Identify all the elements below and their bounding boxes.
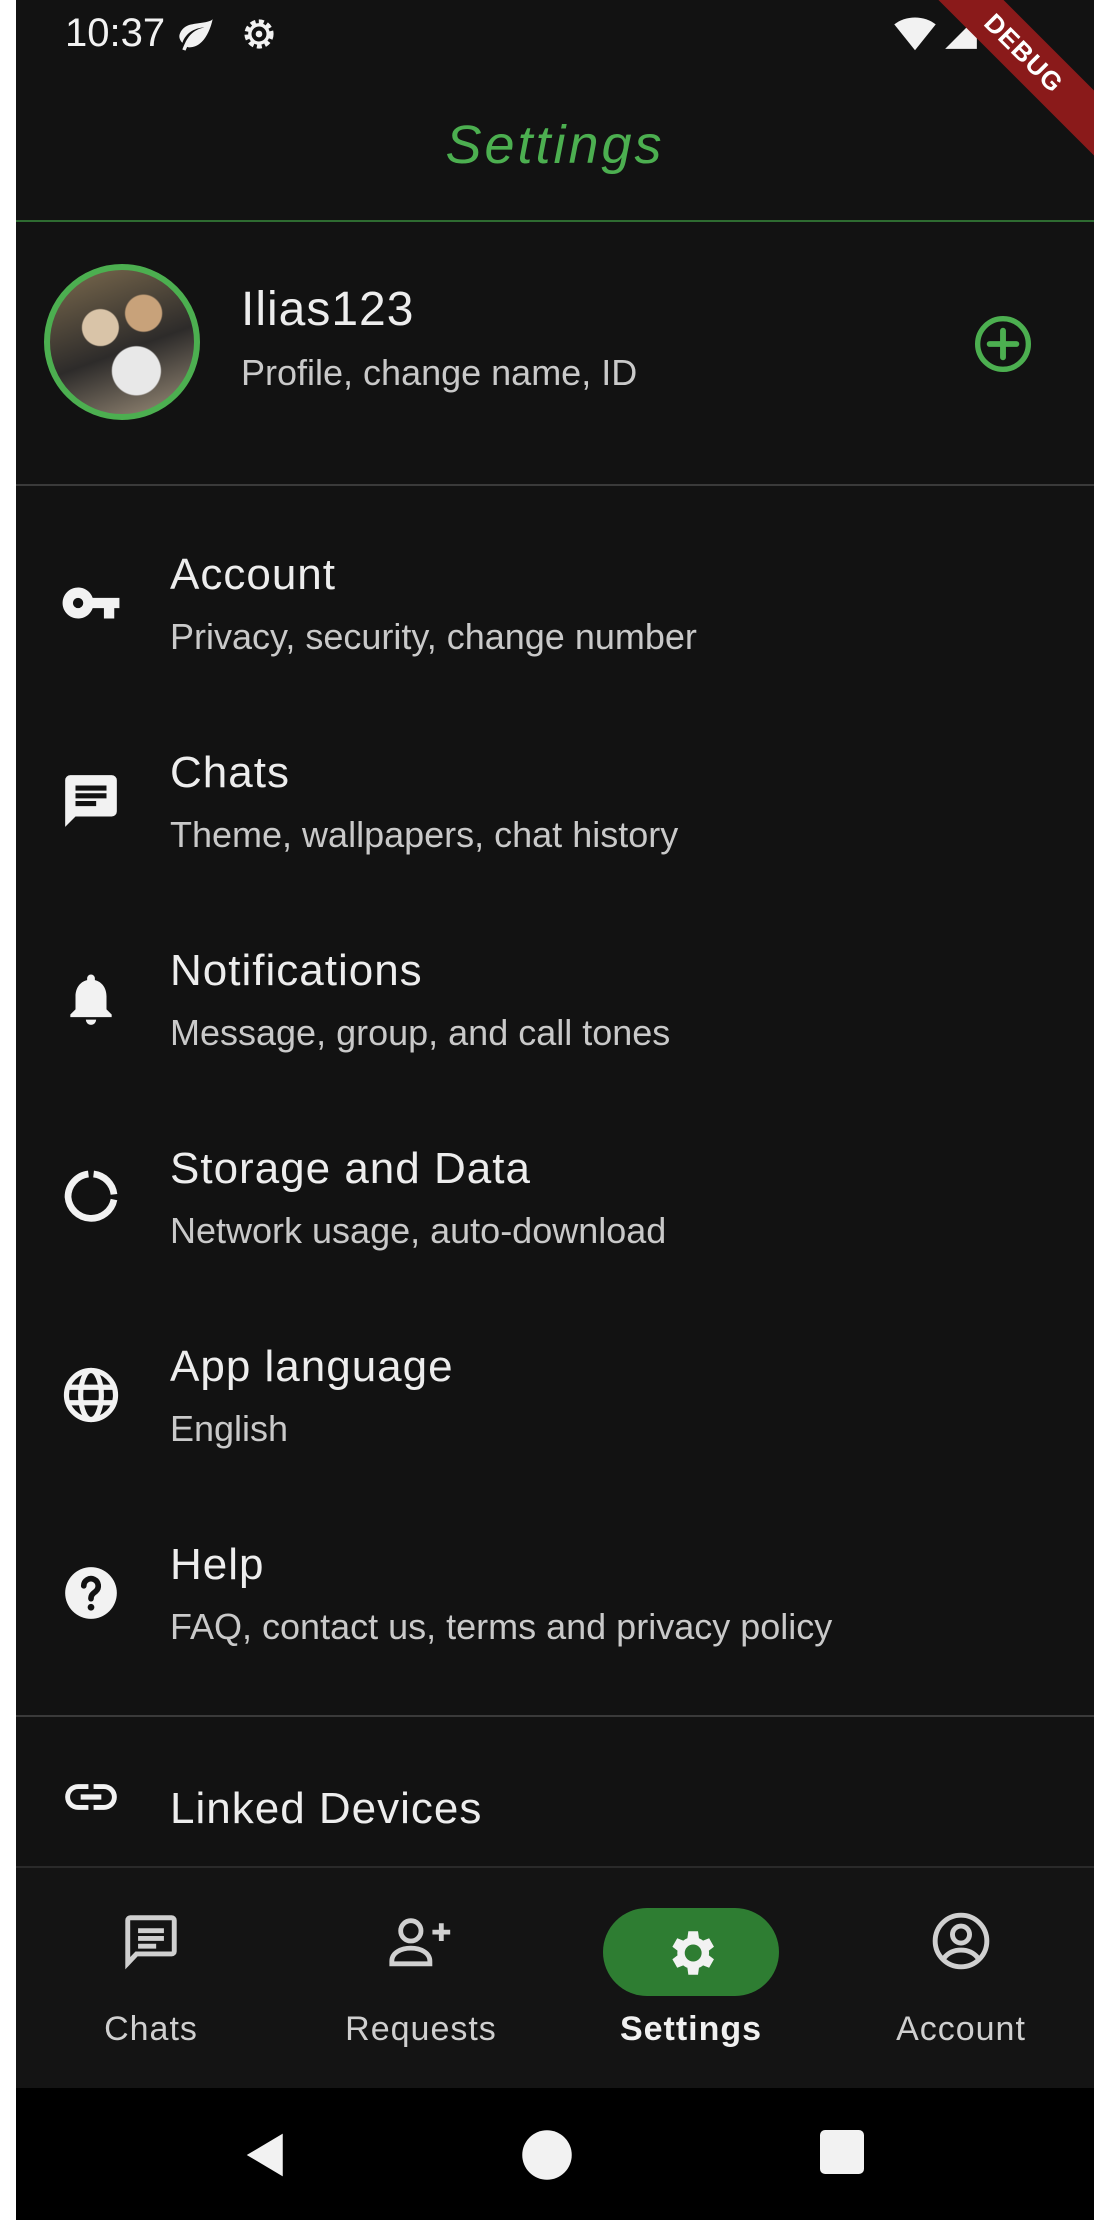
- globe-icon: [60, 1364, 122, 1426]
- gear-icon: [662, 1924, 720, 1987]
- status-bar: 10:37 DEBUG: [16, 0, 1094, 162]
- profile-name: Ilias123: [241, 283, 415, 336]
- settings-item-title: Chats: [170, 748, 290, 797]
- settings-item-subtitle: Message, group, and call tones: [170, 1012, 671, 1053]
- nav-label: Requests: [345, 2010, 497, 2048]
- back-icon[interactable]: [240, 2128, 294, 2187]
- add-circle-icon[interactable]: [971, 312, 1035, 381]
- settings-item-title: Storage and Data: [170, 1144, 531, 1193]
- avatar[interactable]: [44, 264, 200, 420]
- status-time: 10:37: [65, 11, 166, 55]
- settings-item-title: Help: [170, 1540, 265, 1589]
- settings-item-subtitle: FAQ, contact us, terms and privacy polic…: [170, 1606, 833, 1647]
- page-title: Settings: [445, 115, 665, 175]
- data-usage-icon: [60, 1166, 122, 1228]
- settings-item-language[interactable]: App language English: [16, 1300, 1094, 1498]
- key-icon: [60, 572, 122, 634]
- settings-item-notifications[interactable]: Notifications Message, group, and call t…: [16, 904, 1094, 1102]
- bell-icon: [60, 968, 122, 1030]
- settings-item-title: Notifications: [170, 946, 423, 995]
- system-navigation-bar: [16, 2088, 1094, 2220]
- chat-icon: [120, 1910, 182, 1977]
- app-screen: 10:37 DEBUG Settings Ilias123 Profile, c…: [16, 0, 1094, 2220]
- profile-subtitle: Profile, change name, ID: [241, 352, 638, 393]
- home-icon[interactable]: [520, 2128, 574, 2187]
- nav-label: Chats: [104, 2010, 198, 2048]
- settings-item-subtitle: English: [170, 1408, 289, 1449]
- settings-gear-icon: [239, 14, 279, 59]
- settings-item-linked-devices[interactable]: Linked Devices: [16, 1718, 1094, 1868]
- link-icon: [60, 1766, 122, 1833]
- settings-item-storage[interactable]: Storage and Data Network usage, auto-dow…: [16, 1102, 1094, 1300]
- nav-item-account[interactable]: Account: [826, 1868, 1094, 2090]
- settings-item-help[interactable]: Help FAQ, contact us, terms and privacy …: [16, 1498, 1094, 1696]
- nav-item-requests[interactable]: Requests: [286, 1868, 556, 2090]
- chat-icon: [60, 770, 122, 832]
- bottom-navigation: Chats Requests Settings Account: [16, 1866, 1094, 2090]
- help-icon: [60, 1562, 122, 1624]
- wifi-icon: [894, 14, 936, 57]
- person-add-icon: [388, 1910, 454, 1977]
- linked-devices-label: Linked Devices: [170, 1784, 483, 1833]
- nav-item-chats[interactable]: Chats: [16, 1868, 286, 2090]
- profile-row[interactable]: Ilias123 Profile, change name, ID: [16, 222, 1094, 486]
- divider: [16, 1715, 1094, 1717]
- settings-item-chats[interactable]: Chats Theme, wallpapers, chat history: [16, 706, 1094, 904]
- nav-label: Account: [896, 2010, 1026, 2048]
- settings-item-account[interactable]: Account Privacy, security, change number: [16, 508, 1094, 706]
- settings-item-subtitle: Network usage, auto-download: [170, 1210, 667, 1251]
- settings-item-subtitle: Privacy, security, change number: [170, 616, 697, 657]
- nav-item-settings[interactable]: Settings: [556, 1868, 826, 2090]
- account-circle-icon: [930, 1910, 992, 1977]
- recents-icon[interactable]: [818, 2128, 866, 2181]
- leaf-icon: [176, 14, 216, 59]
- settings-item-title: Account: [170, 550, 336, 599]
- nav-label: Settings: [619, 2010, 763, 2048]
- settings-item-subtitle: Theme, wallpapers, chat history: [170, 814, 679, 855]
- app-bar: Settings: [16, 90, 1094, 222]
- settings-item-title: App language: [170, 1342, 454, 1391]
